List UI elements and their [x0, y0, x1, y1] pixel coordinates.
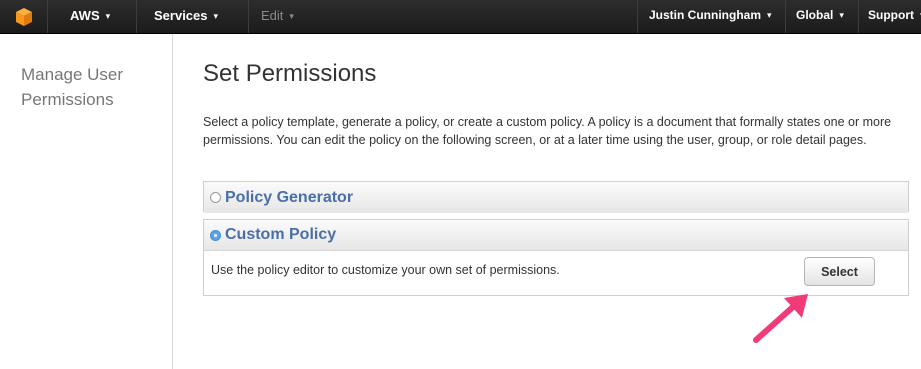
sidebar: Manage User Permissions	[0, 34, 173, 369]
support-menu[interactable]: Support▾	[860, 0, 921, 33]
edit-menu[interactable]: Edit ▾	[250, 0, 320, 33]
top-nav-bar: AWS ▾ Services ▾ Edit ▾ Justin Cunningham ▾ …	[0, 0, 921, 34]
chevron-down-icon: ▾	[105, 11, 111, 21]
custom-policy-label[interactable]: Custom Policy	[225, 226, 336, 244]
custom-policy-header[interactable]: Custom Policy	[204, 220, 908, 251]
policy-generator-header[interactable]: Policy Generator	[204, 182, 908, 213]
user-menu-label: Justin Cunningham	[649, 8, 761, 22]
custom-policy-radio[interactable]	[210, 229, 221, 241]
region-menu[interactable]: Global ▾	[787, 0, 859, 33]
policy-generator-option[interactable]: Policy Generator	[203, 181, 909, 213]
region-menu-label: Global	[796, 8, 834, 22]
chevron-down-icon: ▾	[213, 11, 219, 21]
services-menu-label: Services	[154, 8, 208, 23]
intro-text: Select a policy template, generate a pol…	[203, 115, 892, 147]
aws-menu-label: AWS	[70, 8, 100, 23]
aws-cube-icon	[15, 7, 32, 26]
services-menu[interactable]: Services ▾	[138, 0, 249, 33]
support-menu-label: Support	[868, 8, 914, 22]
policy-generator-label[interactable]: Policy Generator	[225, 189, 353, 207]
policy-generator-radio[interactable]	[210, 192, 221, 203]
chevron-down-icon: ▾	[289, 11, 294, 21]
sidebar-step-title: Manage User Permissions	[21, 65, 124, 109]
custom-policy-description: Use the policy editor to customize your …	[211, 263, 560, 277]
chevron-down-icon: ▾	[767, 10, 772, 20]
custom-policy-option[interactable]: Custom Policy Use the policy editor to c…	[203, 219, 909, 296]
select-button[interactable]: Select	[804, 257, 875, 286]
edit-menu-label: Edit	[261, 8, 284, 23]
aws-menu[interactable]: AWS ▾	[48, 0, 137, 33]
arrow-pointer-icon	[753, 294, 808, 343]
user-menu[interactable]: Justin Cunningham ▾	[637, 0, 786, 33]
page-title: Set Permissions	[203, 60, 377, 87]
chevron-down-icon: ▾	[839, 10, 844, 20]
aws-logo[interactable]	[0, 0, 48, 33]
